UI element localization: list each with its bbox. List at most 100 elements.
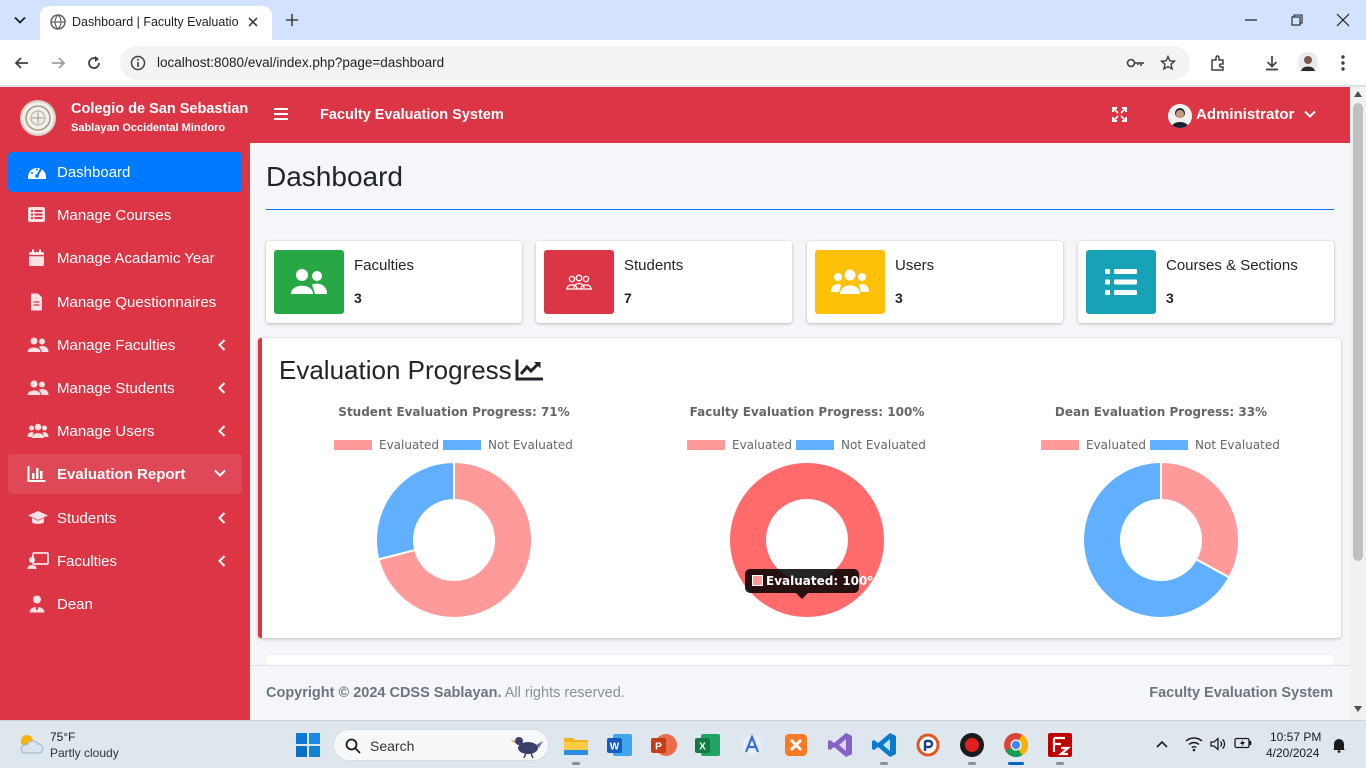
sidebar-item-manage-faculties[interactable]: Manage Faculties — [8, 325, 242, 365]
taskbar-file-explorer[interactable] — [561, 730, 591, 765]
taskbar-vscode[interactable] — [869, 730, 899, 765]
next-card-edge — [266, 655, 1334, 665]
search-highlight-bird-icon — [508, 733, 544, 759]
browser-tab-active[interactable]: Dashboard | Faculty Evaluation System — [40, 6, 272, 40]
browser-tab-strip: Dashboard | Faculty Evaluation System — [0, 0, 1366, 40]
sidebar-item-manage-students[interactable]: Manage Students — [8, 368, 242, 408]
taskbar-powerpoint[interactable]: P — [649, 730, 679, 760]
extensions-icon[interactable] — [1209, 54, 1227, 72]
tab-search-dropdown-icon[interactable] — [6, 7, 34, 33]
bookmark-star-icon[interactable] — [1160, 55, 1176, 71]
taskbar-obs-record[interactable] — [957, 730, 987, 765]
taskbar-visual-studio[interactable] — [825, 730, 855, 760]
sidebar-item-faculties[interactable]: Faculties — [8, 541, 242, 581]
chevron-up-icon[interactable] — [1155, 739, 1169, 749]
chevron-left-icon — [218, 512, 226, 524]
brand[interactable]: Colegio de San Sebastian Sablayan Occide… — [0, 87, 250, 149]
chevron-down-icon[interactable] — [1304, 110, 1316, 118]
running-indicator — [880, 762, 888, 765]
minimize-icon[interactable] — [1243, 12, 1259, 28]
info-box-users[interactable]: Users 3 — [807, 241, 1063, 323]
donut-plot[interactable] — [289, 398, 619, 638]
users-icon — [274, 250, 344, 314]
svg-text:W: W — [610, 742, 620, 753]
stat-label: Courses & Sections — [1166, 257, 1298, 274]
brand-name: Colegio de San Sebastian — [71, 101, 249, 117]
taskbar-search[interactable]: Search — [333, 729, 549, 761]
hamburger-menu-icon[interactable] — [274, 107, 288, 121]
stat-value: 3 — [354, 290, 362, 306]
sidebar-item-dean[interactable]: Dean — [8, 584, 242, 624]
forward-icon[interactable] — [49, 54, 67, 72]
sidebar-item-students[interactable]: Students — [8, 498, 242, 538]
wifi-icon[interactable] — [1185, 736, 1203, 752]
volume-icon[interactable] — [1210, 736, 1226, 752]
site-info-icon[interactable] — [130, 55, 146, 71]
info-box-faculties[interactable]: Faculties 3 — [266, 241, 522, 323]
user-avatar[interactable] — [1168, 104, 1192, 128]
sidebar-item-label: Faculties — [57, 553, 118, 570]
close-window-icon[interactable] — [1335, 12, 1351, 28]
sidebar-item-manage-academic-year[interactable]: Manage Acadamic Year — [8, 238, 242, 278]
scrollbar-thumb[interactable] — [1353, 103, 1363, 561]
taskbar-excel[interactable]: X — [693, 730, 723, 760]
info-box-students[interactable]: Students 7 — [536, 241, 792, 323]
sidebar: Colegio de San Sebastian Sablayan Occide… — [0, 87, 250, 720]
partly-cloudy-icon[interactable] — [16, 731, 44, 757]
taskbar-word[interactable]: W — [605, 730, 635, 760]
os-taskbar: 75°F Partly cloudy Search W P X 10:57 PM… — [0, 720, 1366, 768]
sidebar-item-label: Manage Questionnaires — [57, 294, 217, 311]
sidebar-item-dashboard[interactable]: Dashboard — [8, 152, 242, 192]
sidebar-item-manage-users[interactable]: Manage Users — [8, 411, 242, 451]
running-indicator — [968, 762, 976, 765]
user-name[interactable]: Administrator — [1196, 106, 1294, 123]
weather-description[interactable]: Partly cloudy — [50, 746, 119, 760]
profile-avatar[interactable] — [1298, 52, 1318, 72]
download-icon[interactable] — [1263, 54, 1281, 72]
password-key-icon[interactable] — [1126, 55, 1146, 71]
globe-icon — [50, 14, 66, 30]
weather-temperature[interactable]: 75°F — [50, 730, 75, 744]
scroll-down-arrow-icon[interactable] — [1354, 706, 1362, 712]
reload-icon[interactable] — [85, 54, 103, 72]
taskbar-xampp[interactable] — [781, 730, 811, 760]
taskbar-app-ring[interactable] — [913, 730, 943, 760]
back-icon[interactable] — [13, 54, 31, 72]
clock-date[interactable]: 4/20/2024 — [1266, 746, 1319, 760]
info-box-courses-sections[interactable]: Courses & Sections 3 — [1078, 241, 1334, 323]
new-tab-icon[interactable] — [282, 10, 302, 30]
close-tab-icon[interactable] — [244, 13, 262, 31]
calendar-icon — [27, 249, 47, 267]
scroll-up-arrow-icon[interactable] — [1354, 91, 1362, 97]
sidebar-item-label: Manage Acadamic Year — [57, 250, 215, 267]
sidebar-item-label: Manage Courses — [57, 207, 172, 224]
list-icon — [27, 206, 47, 224]
donut-plot[interactable] — [996, 398, 1326, 638]
battery-icon[interactable] — [1234, 736, 1252, 750]
donut-slice-evaluated[interactable] — [1160, 460, 1240, 579]
url-text[interactable]: localhost:8080/eval/index.php?page=dashb… — [157, 55, 444, 70]
faculty-progress-chart: Faculty Evaluation Progress: 100% Evalua… — [642, 398, 972, 638]
sidebar-item-manage-courses[interactable]: Manage Courses — [8, 195, 242, 235]
taskbar-app-a[interactable] — [737, 730, 767, 760]
fullscreen-expand-icon[interactable] — [1112, 107, 1127, 122]
donut-plot[interactable] — [642, 398, 972, 638]
address-bar[interactable]: localhost:8080/eval/index.php?page=dashb… — [120, 46, 1190, 80]
user-friends-icon — [27, 336, 49, 354]
restore-icon[interactable] — [1289, 12, 1305, 28]
users-icon — [815, 250, 885, 314]
notification-bell-icon[interactable] — [1332, 737, 1346, 753]
card-title: Evaluation Progress — [279, 355, 512, 385]
clock-time[interactable]: 10:57 PM — [1270, 730, 1321, 744]
windows-start-icon[interactable] — [296, 733, 320, 757]
student-progress-chart: Student Evaluation Progress: 71% Evaluat… — [289, 398, 619, 638]
file-icon — [27, 293, 47, 311]
donut-slice-not-evaluated[interactable] — [375, 460, 455, 561]
taskbar-chrome[interactable] — [1001, 730, 1031, 765]
sidebar-item-manage-questionnaires[interactable]: Manage Questionnaires — [8, 282, 242, 322]
page-scrollbar[interactable] — [1350, 87, 1366, 720]
taskbar-filezilla[interactable] — [1045, 730, 1075, 765]
browser-menu-icon[interactable] — [1340, 54, 1346, 72]
sidebar-item-evaluation-report[interactable]: Evaluation Report — [8, 454, 242, 494]
users-icon — [27, 422, 49, 440]
